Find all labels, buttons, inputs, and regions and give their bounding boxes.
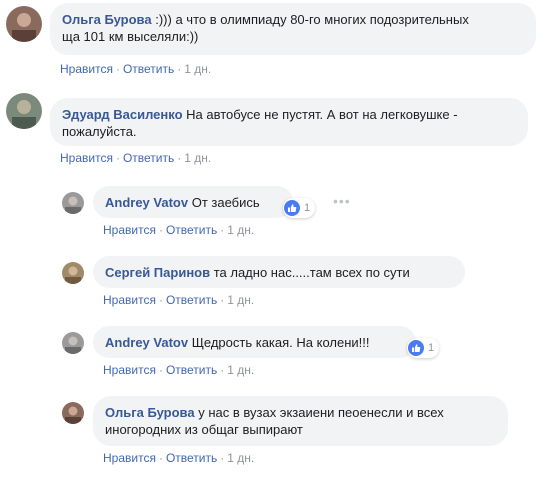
avatar[interactable] xyxy=(62,192,84,214)
thumbs-up-icon xyxy=(284,200,300,216)
separator: · xyxy=(158,451,163,465)
comment-author[interactable]: Эдуард Василенко xyxy=(62,107,183,122)
avatar[interactable] xyxy=(6,6,42,42)
reply-link[interactable]: Ответить xyxy=(166,363,217,377)
comment-author[interactable]: Ольга Бурова xyxy=(62,12,152,27)
reply-bubble: Сергей Паринов та ладно нас.....там всех… xyxy=(93,256,465,288)
timestamp[interactable]: 1 дн. xyxy=(227,293,254,307)
separator: · xyxy=(158,293,163,307)
comment-author[interactable]: Andrey Vatov xyxy=(105,195,188,210)
comment-text: :))) а что в олимпиаду 80-го многих подо… xyxy=(151,12,469,27)
reaction-number: 1 xyxy=(304,202,311,214)
reply-link[interactable]: Ответить xyxy=(123,62,174,76)
comment-text-line2: иногородних из общаг выпирают xyxy=(105,422,303,437)
like-link[interactable]: Нравится xyxy=(103,451,156,465)
reply-bubble: Ольга Бурова у нас в вузах экзаиени пеое… xyxy=(93,396,508,446)
separator: · xyxy=(158,223,163,237)
timestamp[interactable]: 1 дн. xyxy=(184,151,211,165)
like-link[interactable]: Нравится xyxy=(103,363,156,377)
comment-text-line2: пожалуйста. xyxy=(62,124,137,139)
comment-text: На автобусе не пустят. А вот на легковуш… xyxy=(182,107,458,122)
comment-bubble: Эдуард Василенко На автобусе не пустят. … xyxy=(50,98,528,146)
comment-text: Щедрость какая. На колени!!! xyxy=(188,335,370,350)
avatar[interactable] xyxy=(62,402,84,424)
avatar[interactable] xyxy=(62,332,84,354)
avatar[interactable] xyxy=(6,93,42,129)
reply-link[interactable]: Ответить xyxy=(123,151,174,165)
separator: · xyxy=(220,363,225,377)
comment-text: От заебись xyxy=(188,195,260,210)
comment-actions: Нравится · Ответить · 1 дн. xyxy=(103,363,254,377)
like-link[interactable]: Нравится xyxy=(103,293,156,307)
separator: · xyxy=(115,151,120,165)
separator: · xyxy=(177,151,182,165)
like-link[interactable]: Нравится xyxy=(60,151,113,165)
separator: · xyxy=(220,293,225,307)
avatar[interactable] xyxy=(62,262,84,284)
comment-author[interactable]: Сергей Паринов xyxy=(105,265,210,280)
comment-actions: Нравится · Ответить · 1 дн. xyxy=(103,451,254,465)
timestamp[interactable]: 1 дн. xyxy=(227,363,254,377)
more-options-icon[interactable]: ••• xyxy=(333,193,351,209)
reply-link[interactable]: Ответить xyxy=(166,223,217,237)
timestamp[interactable]: 1 дн. xyxy=(227,451,254,465)
like-link[interactable]: Нравится xyxy=(103,223,156,237)
reaction-count[interactable]: 1 xyxy=(283,198,316,218)
comment-actions: Нравится · Ответить · 1 дн. xyxy=(60,62,211,76)
comment-text-line2: ща 101 км выселяли:)) xyxy=(62,29,199,44)
comment-author[interactable]: Andrey Vatov xyxy=(105,335,188,350)
separator: · xyxy=(158,363,163,377)
reaction-number: 1 xyxy=(428,342,435,354)
reply-bubble: Andrey Vatov Щедрость какая. На колени!!… xyxy=(93,326,416,358)
separator: · xyxy=(177,62,182,76)
thumbs-up-icon xyxy=(408,340,424,356)
comment-author[interactable]: Ольга Бурова xyxy=(105,405,195,420)
comment-actions: Нравится · Ответить · 1 дн. xyxy=(60,151,211,165)
comment-bubble: Ольга Бурова :))) а что в олимпиаду 80-г… xyxy=(50,3,536,55)
comment-thread: Ольга Бурова :))) а что в олимпиаду 80-г… xyxy=(0,0,555,482)
timestamp[interactable]: 1 дн. xyxy=(227,223,254,237)
reply-link[interactable]: Ответить xyxy=(166,451,217,465)
reply-link[interactable]: Ответить xyxy=(166,293,217,307)
comment-text: та ладно нас.....там всех по сути xyxy=(210,265,410,280)
reaction-count[interactable]: 1 xyxy=(407,338,440,358)
timestamp[interactable]: 1 дн. xyxy=(184,62,211,76)
separator: · xyxy=(220,223,225,237)
reply-bubble: Andrey Vatov От заебись xyxy=(93,186,293,218)
separator: · xyxy=(115,62,120,76)
like-link[interactable]: Нравится xyxy=(60,62,113,76)
separator: · xyxy=(220,451,225,465)
comment-actions: Нравится · Ответить · 1 дн. xyxy=(103,293,254,307)
comment-text: у нас в вузах экзаиени пеоенесли и всех xyxy=(194,405,444,420)
comment-actions: Нравится · Ответить · 1 дн. xyxy=(103,223,254,237)
